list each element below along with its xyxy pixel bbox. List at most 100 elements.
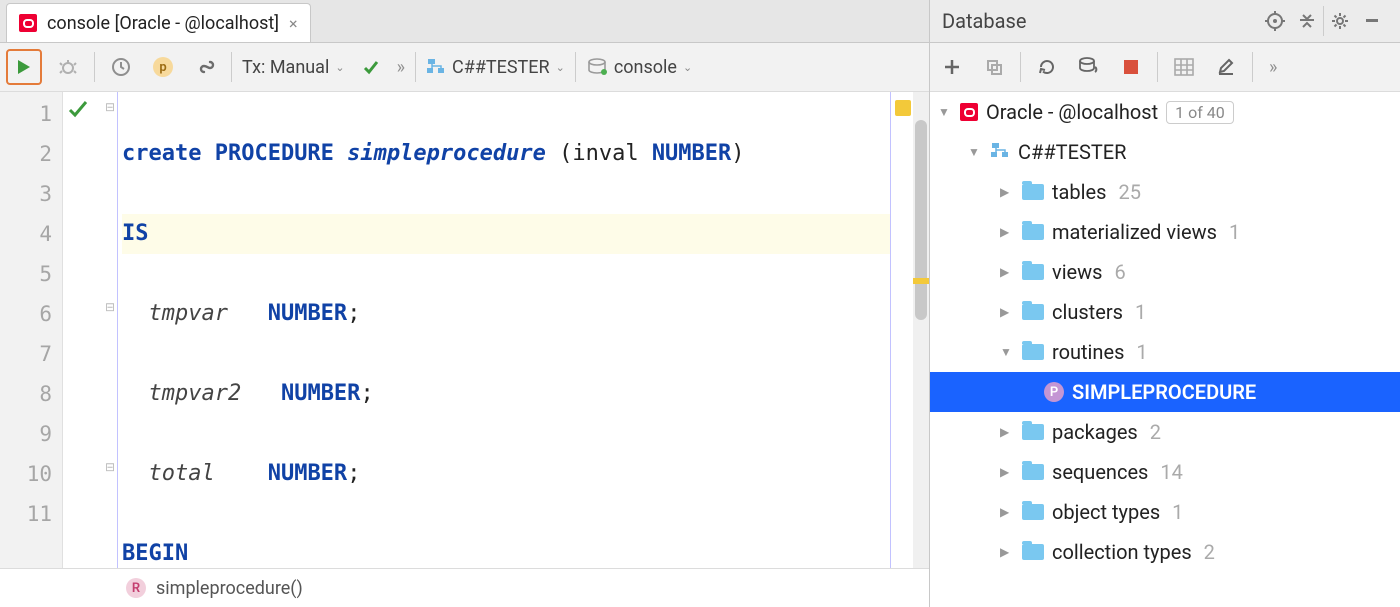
chevron-right-icon[interactable]: ▶ (1000, 545, 1014, 559)
database-toolbar: » (930, 43, 1400, 92)
chevron-down-icon: ⌄ (335, 61, 344, 74)
chevron-right-icon[interactable]: ▶ (1000, 225, 1014, 239)
table-button[interactable] (1168, 51, 1200, 83)
chevron-down-icon[interactable]: ▼ (938, 105, 952, 119)
tree-schema[interactable]: ▼ C##TESTER (930, 132, 1400, 172)
duplicate-button[interactable] (978, 51, 1010, 83)
folder-icon (1022, 504, 1044, 520)
parameters-button[interactable]: p (147, 51, 179, 83)
chevron-right-icon[interactable]: ▶ (1000, 265, 1014, 279)
schema-label: C##TESTER (1018, 140, 1126, 164)
gear-icon[interactable] (1324, 5, 1356, 37)
chevron-right-icon[interactable]: ▶ (1000, 305, 1014, 319)
tree-folder-routines[interactable]: ▼routines1 (930, 332, 1400, 372)
settings-button[interactable] (189, 51, 221, 83)
breadcrumb: R simpleprocedure() (0, 568, 929, 607)
target-icon[interactable] (1259, 5, 1291, 37)
oracle-icon (19, 14, 37, 32)
check-icon (67, 98, 89, 120)
routine-label: SIMPLEPROCEDURE (1072, 380, 1256, 404)
session-label: console (614, 57, 677, 78)
folder-icon (1022, 264, 1044, 280)
chevron-down-icon[interactable]: ▼ (1000, 345, 1014, 359)
chevron-right-icon[interactable]: ▶ (1000, 425, 1014, 439)
oracle-icon (960, 103, 978, 121)
more-icon[interactable]: » (1263, 57, 1283, 78)
add-button[interactable] (936, 51, 968, 83)
tree-folder-objtypes[interactable]: ▶object types1 (930, 492, 1400, 532)
tx-label: Tx: Manual (242, 57, 329, 78)
p-icon: p (153, 57, 173, 77)
more-icon[interactable]: » (397, 57, 405, 78)
tx-mode-dropdown[interactable]: Tx: Manual ⌄ (242, 57, 345, 78)
separator (94, 52, 95, 82)
database-header: Database (930, 0, 1400, 43)
separator (1020, 52, 1021, 82)
count-pill: 1 of 40 (1166, 101, 1234, 124)
chevron-right-icon[interactable]: ▶ (1000, 465, 1014, 479)
tree-datasource[interactable]: ▼ Oracle - @localhost 1 of 40 (930, 92, 1400, 132)
run-button[interactable] (6, 49, 42, 85)
tree-folder-matviews[interactable]: ▶materialized views1 (930, 212, 1400, 252)
editor-toolbar: p Tx: Manual ⌄ » C##TESTER ⌄ (0, 43, 929, 92)
procedure-icon: P (1044, 382, 1064, 402)
schema-label: C##TESTER (452, 57, 550, 78)
separator (1157, 52, 1158, 82)
history-button[interactable] (105, 51, 137, 83)
close-icon[interactable]: × (289, 14, 298, 33)
commit-button[interactable] (355, 51, 387, 83)
separator (575, 52, 576, 82)
folder-icon (1022, 544, 1044, 560)
tree-folder-tables[interactable]: ▶tables25 (930, 172, 1400, 212)
console-icon (586, 58, 608, 76)
schema-dropdown[interactable]: C##TESTER ⌄ (426, 57, 565, 78)
edit-button[interactable] (1210, 51, 1242, 83)
annotation-gutter: ⊟ ⊟ ⊟ (63, 92, 117, 568)
debug-button[interactable] (52, 51, 84, 83)
tree-folder-clusters[interactable]: ▶clusters1 (930, 292, 1400, 332)
scroll-marker (913, 278, 929, 284)
schema-icon (990, 142, 1010, 162)
tree-folder-colltypes[interactable]: ▶collection types2 (930, 532, 1400, 572)
vertical-scrollbar[interactable] (913, 92, 929, 568)
code-text[interactable]: create PROCEDURE simpleprocedure (inval … (117, 92, 891, 568)
hide-icon[interactable] (1356, 5, 1388, 37)
separator (415, 52, 416, 82)
database-tree[interactable]: ▼ Oracle - @localhost 1 of 40 ▼ C##TESTE… (930, 92, 1400, 607)
separator (231, 52, 232, 82)
scrollbar-thumb[interactable] (915, 120, 927, 320)
editor-tab[interactable]: console [Oracle - @localhost] × (6, 3, 311, 42)
chevron-down-icon[interactable]: ▼ (968, 145, 982, 159)
folder-icon (1022, 224, 1044, 240)
code-area[interactable]: 1234567891011 ⊟ ⊟ ⊟ create PROCEDURE sim… (0, 92, 929, 568)
fold-icon[interactable]: ⊟ (105, 460, 115, 474)
editor-pane: console [Oracle - @localhost] × p (0, 0, 930, 607)
refresh-button[interactable] (1031, 51, 1063, 83)
tree-folder-packages[interactable]: ▶packages2 (930, 412, 1400, 452)
chevron-down-icon: ⌄ (683, 61, 692, 74)
breadcrumb-label[interactable]: simpleprocedure() (156, 578, 303, 599)
schema-icon (426, 58, 446, 76)
marker-column (891, 92, 913, 568)
stop-button[interactable] (1115, 51, 1147, 83)
routine-icon: R (126, 578, 146, 598)
chevron-right-icon[interactable]: ▶ (1000, 185, 1014, 199)
chevron-down-icon: ⌄ (556, 61, 565, 74)
tree-folder-sequences[interactable]: ▶sequences14 (930, 452, 1400, 492)
fold-icon[interactable]: ⊟ (105, 100, 115, 114)
filter-button[interactable] (1073, 51, 1105, 83)
warning-marker[interactable] (895, 100, 911, 116)
folder-icon (1022, 184, 1044, 200)
datasource-label: Oracle - @localhost (986, 100, 1158, 124)
collapse-icon[interactable] (1291, 5, 1323, 37)
tree-routine-item[interactable]: P SIMPLEPROCEDURE (930, 372, 1400, 412)
tree-folder-views[interactable]: ▶views6 (930, 252, 1400, 292)
folder-icon (1022, 344, 1044, 360)
database-panel: Database » ▼ Oracle - @local (930, 0, 1400, 607)
fold-icon[interactable]: ⊟ (105, 300, 115, 314)
database-title: Database (942, 9, 1026, 33)
chevron-right-icon[interactable]: ▶ (1000, 505, 1014, 519)
session-dropdown[interactable]: console ⌄ (586, 57, 692, 78)
line-gutter: 1234567891011 (0, 92, 63, 568)
folder-icon (1022, 464, 1044, 480)
